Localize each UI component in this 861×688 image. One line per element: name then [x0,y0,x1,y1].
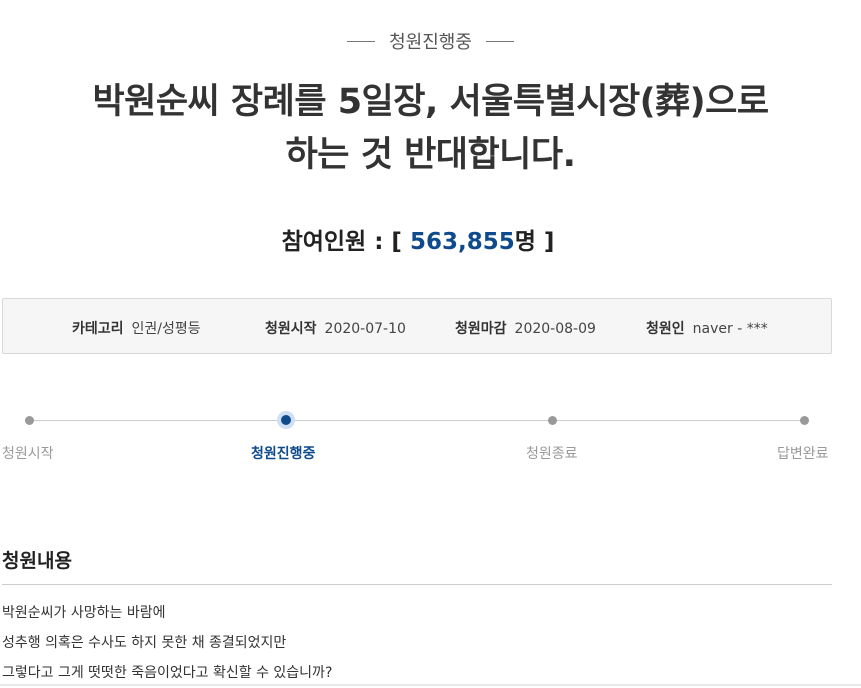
title-line-1: 박원순씨 장례를 5일장, 서울특별시장(葬)으로 [92,82,769,122]
meta-author-value: naver - *** [692,321,768,337]
step-label-ongoing: 청원진행중 [251,446,316,462]
participant-colon: : [366,229,392,255]
meta-author-key: 청원인 [646,321,685,337]
participant-label: 참여인원 [281,229,367,255]
meta-category-key: 카테고리 [72,321,124,337]
meta-end-key: 청원마감 [455,321,507,337]
step-dot-answered [800,416,809,425]
participant-value: 563,855 [409,229,515,255]
step-label-closed: 청원종료 [526,446,578,462]
content-section-title: 청원내용 [2,550,72,572]
step-label-start: 청원시작 [2,446,54,462]
open-bracket: [ [391,229,410,255]
meta-start-value: 2020-07-10 [324,321,406,337]
step-label-answered: 답변완료 [777,446,829,462]
meta-author: 청원인 naver - *** [646,318,768,338]
content-line: 박원순씨가 사망하는 바람에 [2,605,166,621]
step-dot-ongoing [281,415,291,425]
petition-progress: 청원시작 청원진행중 청원종료 답변완료 [0,410,861,470]
participant-unit: 명 [514,229,536,255]
divider [485,40,514,42]
content-line: 성추행 의혹은 수사도 하지 못한 채 종결되었지만 [2,635,287,651]
section-divider [2,584,832,585]
meta-end-value: 2020-08-09 [514,321,596,337]
bottom-divider [0,684,861,686]
participant-count: 참여인원 : [ 563,855명 ] [0,222,836,256]
step-dot-start [25,416,34,425]
meta-start: 청원시작 2020-07-10 [265,318,406,338]
status-label: 청원진행중 [389,32,472,53]
divider [347,40,376,42]
meta-start-key: 청원시작 [265,321,317,337]
progress-track [29,420,805,421]
title-line-2: 하는 것 반대합니다. [285,135,576,175]
step-dot-closed [548,416,557,425]
meta-category: 카테고리 인권/성평등 [72,318,201,338]
petition-content: 박원순씨가 사망하는 바람에 성추행 의혹은 수사도 하지 못한 채 종결되었지… [2,598,832,688]
close-bracket: ] [535,229,555,255]
meta-category-value: 인권/성평등 [131,321,201,337]
petition-meta: 카테고리 인권/성평등 청원시작 2020-07-10 청원마감 2020-08-09… [2,298,832,354]
petition-title: 박원순씨 장례를 5일장, 서울특별시장(葬)으로 하는 것 반대합니다. [0,76,861,182]
petition-status-header: 청원진행중 [0,28,861,54]
meta-end: 청원마감 2020-08-09 [455,318,596,338]
